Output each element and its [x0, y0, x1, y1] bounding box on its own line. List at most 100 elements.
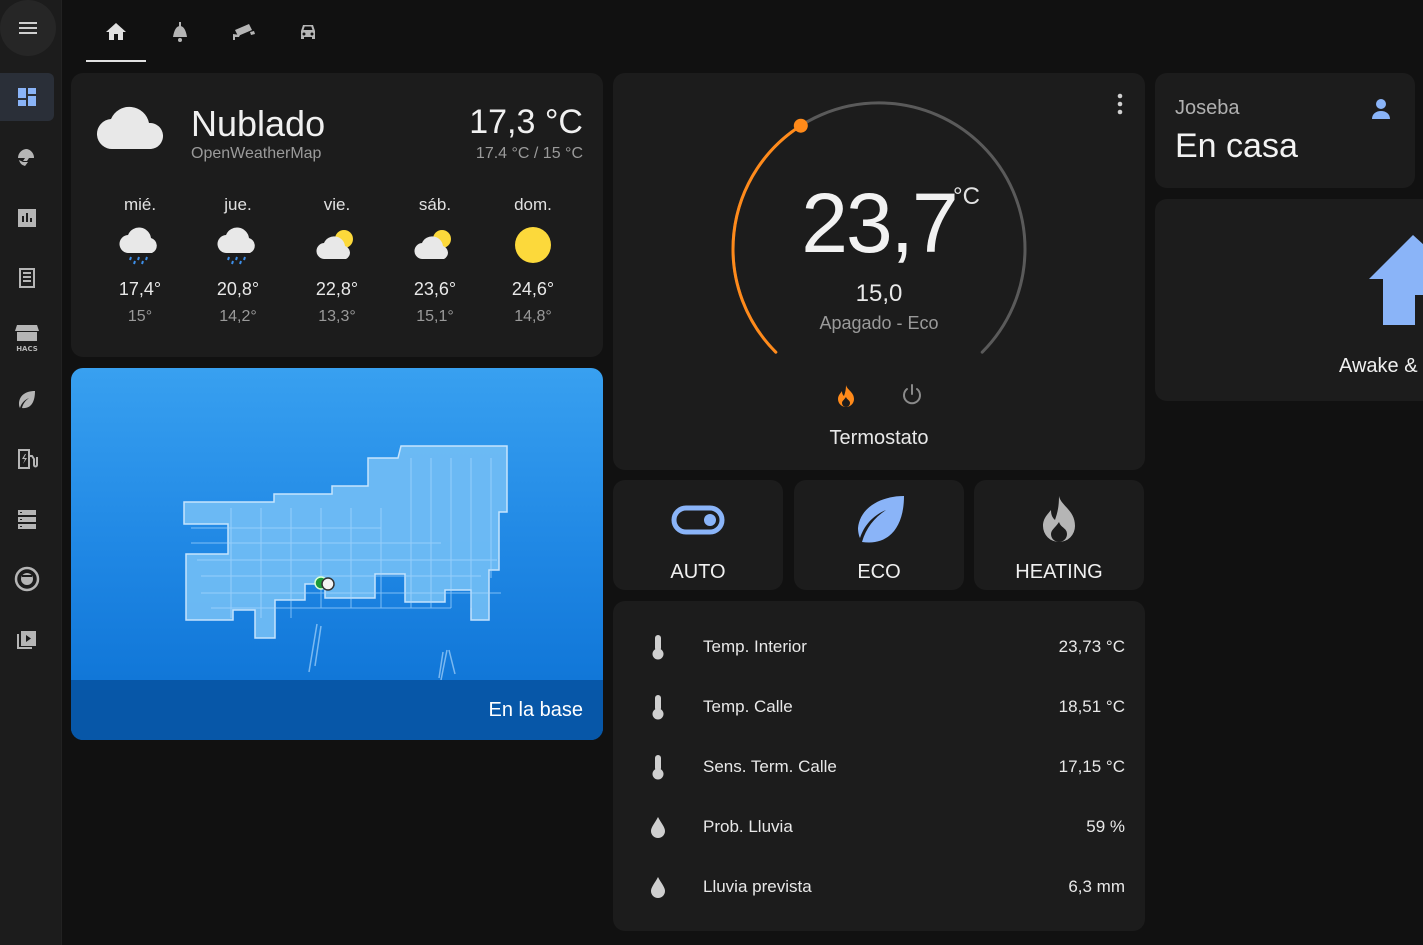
- sensor-value: 17,15 °C: [1058, 757, 1125, 776]
- mode-auto-button[interactable]: AUTO: [613, 480, 783, 590]
- sensor-row-temp-calle[interactable]: Temp. Calle 18,51 °C: [613, 677, 1145, 737]
- forecast-low: 13,3°: [318, 308, 356, 325]
- account-icon: [1372, 99, 1390, 119]
- sidebar-item-history[interactable]: [0, 194, 54, 242]
- forecast-day-name: jue.: [224, 195, 252, 214]
- vacuum-status: En la base: [488, 699, 583, 721]
- forecast-day: sáb. 23,6° 15,1°: [395, 195, 475, 326]
- hacs-store-icon: HACS: [15, 325, 39, 353]
- forecast-day: vie. 22,8° 13,3°: [297, 195, 377, 326]
- sidebar-item-energy[interactable]: [0, 134, 54, 182]
- water-drop-icon: [651, 817, 665, 838]
- car-icon: [301, 25, 315, 39]
- mode-heating-label: HEATING: [1015, 561, 1103, 583]
- sidebar-item-leaf[interactable]: [0, 376, 54, 424]
- awake-label: Awake &: [1339, 355, 1418, 377]
- weather-card[interactable]: Nublado OpenWeatherMap 17,3 °C 17.4 °C /…: [71, 73, 603, 357]
- sensor-name: Temp. Calle: [703, 697, 793, 716]
- forecast-high: 24,6°: [511, 279, 555, 299]
- target-temperature: 15,0: [855, 280, 903, 307]
- forecast-high: 20,8°: [216, 279, 260, 299]
- water-drop-icon: [651, 877, 665, 898]
- cloudy-icon: [96, 106, 164, 150]
- tab-car[interactable]: [278, 0, 338, 64]
- vacuum-floor-map: [183, 445, 508, 681]
- forecast-low: 14,8°: [514, 308, 552, 325]
- ev-station-icon: [18, 449, 38, 469]
- sidebar-item-media[interactable]: [0, 615, 54, 663]
- tab-lights[interactable]: [150, 0, 210, 64]
- mode-heating-button[interactable]: HEATING: [974, 480, 1144, 590]
- rain-cloud-icon: [217, 227, 255, 265]
- vacuum-footer: En la base: [71, 680, 603, 740]
- sensor-name: Sens. Term. Calle: [703, 757, 837, 776]
- sensor-row-lluvia-prevista[interactable]: Lluvia prevista 6,3 mm: [613, 857, 1145, 917]
- sensor-value: 59 %: [1086, 817, 1125, 836]
- forecast-day: jue. 20,8° 14,2°: [198, 195, 278, 326]
- sidebar-item-vacuum[interactable]: [0, 555, 54, 603]
- dashboard-icon: [18, 88, 36, 106]
- sidebar-item-overview[interactable]: [0, 73, 54, 121]
- fire-icon: [1043, 496, 1075, 542]
- server-list-icon: [18, 510, 36, 529]
- sidebar-item-ev[interactable]: [0, 435, 54, 483]
- ceiling-lamp-icon: [173, 22, 187, 42]
- logbook-icon: [19, 268, 35, 288]
- sensor-row-temp-interior[interactable]: Temp. Interior 23,73 °C: [613, 617, 1145, 677]
- forecast-low: 15,1°: [416, 308, 454, 325]
- sun-icon: [515, 227, 551, 263]
- awake-card[interactable]: Awake &: [1155, 199, 1423, 401]
- power-off-icon[interactable]: [901, 383, 923, 407]
- sensor-value: 6,3 mm: [1068, 877, 1125, 896]
- mode-eco-label: ECO: [857, 561, 901, 583]
- menu-icon: [19, 22, 37, 34]
- cctv-camera-icon: [233, 24, 255, 40]
- forecast-low: 15°: [127, 308, 153, 325]
- forecast-day: mié. 17,4° 15°: [100, 195, 180, 326]
- robot-vacuum-icon: [14, 566, 40, 592]
- sidebar-item-hacs[interactable]: HACS: [0, 314, 54, 362]
- sensor-name: Temp. Interior: [703, 637, 807, 656]
- temperature-unit: °C: [953, 183, 980, 210]
- media-play-icon: [17, 631, 36, 649]
- hvac-mode-label: Apagado - Eco: [819, 313, 939, 333]
- sensor-value: 18,51 °C: [1058, 697, 1125, 716]
- forecast-high: 22,8°: [315, 279, 359, 299]
- forecast-day-name: mié.: [123, 195, 157, 214]
- weather-condition: Nublado: [191, 103, 326, 144]
- menu-button[interactable]: [0, 0, 56, 56]
- sensors-card: Temp. Interior 23,73 °C Temp. Calle 18,5…: [613, 601, 1145, 931]
- forecast-high: 17,4°: [118, 279, 162, 299]
- svg-text:HACS: HACS: [16, 345, 38, 353]
- thermometer-icon: [652, 635, 664, 660]
- partly-cloudy-icon: [316, 230, 353, 260]
- weather-temperature: 17,3 °C: [469, 103, 583, 141]
- partly-cloudy-icon: [414, 230, 451, 260]
- forecast-day: dom. 24,6° 14,8°: [493, 195, 573, 326]
- sidebar-item-servers[interactable]: [0, 495, 54, 543]
- forecast-low: 14,2°: [219, 308, 257, 325]
- vacuum-map-card[interactable]: En la base: [71, 368, 603, 740]
- weather-source: OpenWeatherMap: [191, 145, 322, 162]
- leaf-icon: [858, 496, 904, 543]
- history-chart-icon: [18, 209, 36, 227]
- person-name: Joseba: [1175, 97, 1240, 119]
- sensor-row-prob-lluvia[interactable]: Prob. Lluvia 59 %: [613, 797, 1145, 857]
- sensor-row-sens-term[interactable]: Sens. Term. Calle 17,15 °C: [613, 737, 1145, 797]
- thermometer-icon: [652, 755, 664, 780]
- sidebar: HACS: [0, 0, 62, 945]
- weather-range: 17.4 °C / 15 °C: [475, 145, 583, 162]
- mode-auto-label: AUTO: [670, 561, 726, 583]
- sidebar-item-logbook[interactable]: [0, 254, 54, 302]
- rain-cloud-icon: [119, 227, 157, 265]
- person-card[interactable]: Joseba En casa: [1155, 73, 1415, 188]
- tab-home[interactable]: [86, 0, 146, 64]
- sensor-value: 23,73 °C: [1058, 637, 1125, 656]
- mode-eco-button[interactable]: ECO: [794, 480, 964, 590]
- heat-mode-icon[interactable]: [835, 383, 857, 409]
- tab-cameras[interactable]: [214, 0, 274, 64]
- thermometer-icon: [652, 695, 664, 720]
- person-state: En casa: [1175, 127, 1298, 165]
- forecast-day-name: vie.: [323, 195, 351, 214]
- sensor-name: Lluvia prevista: [703, 877, 812, 896]
